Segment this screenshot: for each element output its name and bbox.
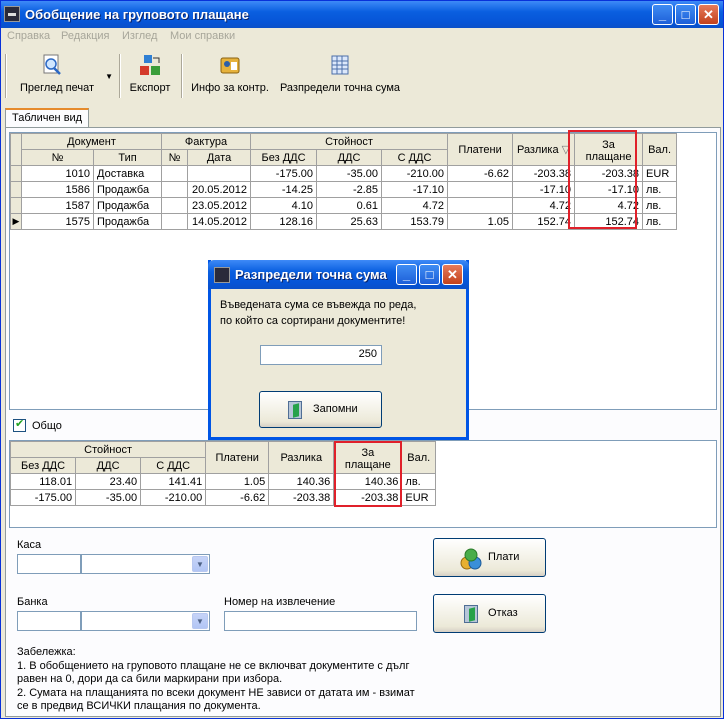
banka-label: Банка bbox=[17, 596, 48, 608]
kasa-select[interactable]: ▼ bbox=[81, 554, 210, 574]
info-button[interactable]: Инфо за контр. bbox=[187, 52, 273, 102]
export-icon bbox=[140, 55, 160, 75]
totals-grid[interactable]: Стойност Платени Разлика За плащане Вал.… bbox=[9, 440, 717, 528]
chevron-down-icon[interactable]: ▼ bbox=[192, 613, 208, 629]
menu-spravka[interactable]: Справка bbox=[7, 30, 50, 42]
totals-to-pay-highlight bbox=[334, 441, 402, 507]
to-pay-highlight bbox=[568, 130, 637, 229]
col-vat[interactable]: ДДС bbox=[316, 149, 383, 166]
dialog-minimize-button[interactable]: _ bbox=[396, 264, 417, 285]
window-title: Обобщение на груповото плащане bbox=[25, 7, 249, 22]
app-icon bbox=[4, 6, 20, 22]
col-currency[interactable]: Вал. bbox=[642, 133, 678, 166]
note-title: Забележка: bbox=[17, 646, 76, 658]
col-with-vat[interactable]: С ДДС bbox=[140, 457, 207, 474]
chevron-down-icon[interactable]: ▼ bbox=[192, 556, 208, 572]
amount-input[interactable]: 250 bbox=[260, 345, 382, 365]
calculator-grid-icon bbox=[331, 55, 349, 75]
minimize-button[interactable]: _ bbox=[652, 4, 673, 25]
current-row-arrow-icon: ▶ bbox=[10, 213, 22, 230]
statement-number-label: Номер на извлечение bbox=[224, 596, 336, 608]
kasa-label: Каса bbox=[17, 539, 42, 551]
maximize-button[interactable]: □ bbox=[675, 4, 696, 25]
note-line: 2. Сумата на плащанията по всеки докумен… bbox=[17, 686, 415, 699]
save-button[interactable]: Запомни bbox=[259, 391, 382, 428]
banka-code-field[interactable] bbox=[17, 611, 81, 631]
col-invoice[interactable]: Фактура bbox=[161, 133, 252, 150]
col-currency[interactable]: Вал. bbox=[401, 441, 436, 474]
print-preview-button[interactable]: Преглед печат ▼ bbox=[13, 52, 113, 102]
kasa-code-field[interactable] bbox=[17, 554, 81, 574]
note-line: се в предвид ВСИЧКИ плащания по документ… bbox=[17, 700, 261, 712]
dialog-close-button[interactable]: ✕ bbox=[442, 264, 463, 285]
menu-izgled[interactable]: Изглед bbox=[122, 30, 157, 42]
title-bar: Обобщение на груповото плащане _ □ ✕ bbox=[1, 1, 723, 28]
col-value[interactable]: Стойност bbox=[250, 133, 449, 150]
note: Забележка: 1. В обобщението на груповото… bbox=[17, 646, 415, 714]
export-button[interactable]: Експорт bbox=[125, 52, 175, 102]
menu-bar: Справка Редакция Изглед Мои справки bbox=[1, 28, 723, 46]
coins-icon bbox=[460, 548, 482, 570]
statement-number-field[interactable] bbox=[224, 611, 417, 631]
dialog-title-bar: Разпредели точна сума _ □ ✕ bbox=[208, 260, 469, 289]
col-doc-type[interactable]: Тип bbox=[92, 149, 163, 166]
close-button[interactable]: ✕ bbox=[698, 4, 719, 25]
col-value[interactable]: Стойност bbox=[9, 441, 207, 458]
dialog-title: Разпредели точна сума bbox=[235, 267, 387, 282]
col-doc-number[interactable]: № bbox=[21, 149, 94, 166]
col-document[interactable]: Документ bbox=[20, 133, 163, 150]
col-paid[interactable]: Платени bbox=[447, 133, 514, 166]
distribute-sum-button[interactable]: Разпредели точна сума bbox=[275, 52, 405, 102]
distribute-sum-dialog: Разпредели точна сума _ □ ✕ Въведената с… bbox=[208, 260, 469, 440]
main-window: Обобщение на груповото плащане _ □ ✕ Спр… bbox=[0, 0, 724, 719]
col-vat[interactable]: ДДС bbox=[75, 457, 142, 474]
toolbar: Преглед печат ▼ Експорт Инфо за контр. Р… bbox=[5, 48, 721, 104]
menu-moi-spravki[interactable]: Мои справки bbox=[170, 30, 235, 42]
note-line: равен на 0, дори да са били маркирани пр… bbox=[17, 673, 283, 685]
tab-table-view[interactable]: Табличен вид bbox=[5, 108, 89, 128]
dropdown-arrow-icon[interactable]: ▼ bbox=[105, 72, 113, 81]
col-inv-number[interactable]: № bbox=[161, 149, 189, 166]
info-contractor-icon bbox=[220, 57, 240, 74]
exit-door-icon bbox=[464, 605, 478, 623]
banka-select[interactable]: ▼ bbox=[81, 611, 210, 631]
dialog-message: Въведената сума се въвежда по реда, по к… bbox=[220, 299, 417, 327]
col-difference[interactable]: Разлика ▽ bbox=[512, 133, 576, 166]
col-no-vat[interactable]: Без ДДС bbox=[250, 149, 318, 166]
pay-button[interactable]: Плати bbox=[433, 538, 546, 577]
col-with-vat[interactable]: С ДДС bbox=[381, 149, 449, 166]
col-difference[interactable]: Разлика bbox=[268, 441, 335, 474]
total-checkbox-label: Общо bbox=[32, 420, 62, 432]
cancel-button[interactable]: Отказ bbox=[433, 594, 546, 633]
door-icon bbox=[288, 401, 302, 419]
total-checkbox[interactable] bbox=[13, 417, 26, 432]
col-no-vat[interactable]: Без ДДС bbox=[9, 457, 77, 474]
menu-redakcia[interactable]: Редакция bbox=[61, 30, 109, 42]
dialog-maximize-button[interactable]: □ bbox=[419, 264, 440, 285]
col-paid[interactable]: Платени bbox=[205, 441, 270, 474]
app-icon bbox=[214, 267, 230, 283]
col-inv-date[interactable]: Дата bbox=[187, 149, 252, 166]
note-line: 1. В обобщението на груповото плащане не… bbox=[17, 659, 410, 672]
print-preview-icon bbox=[43, 54, 61, 75]
